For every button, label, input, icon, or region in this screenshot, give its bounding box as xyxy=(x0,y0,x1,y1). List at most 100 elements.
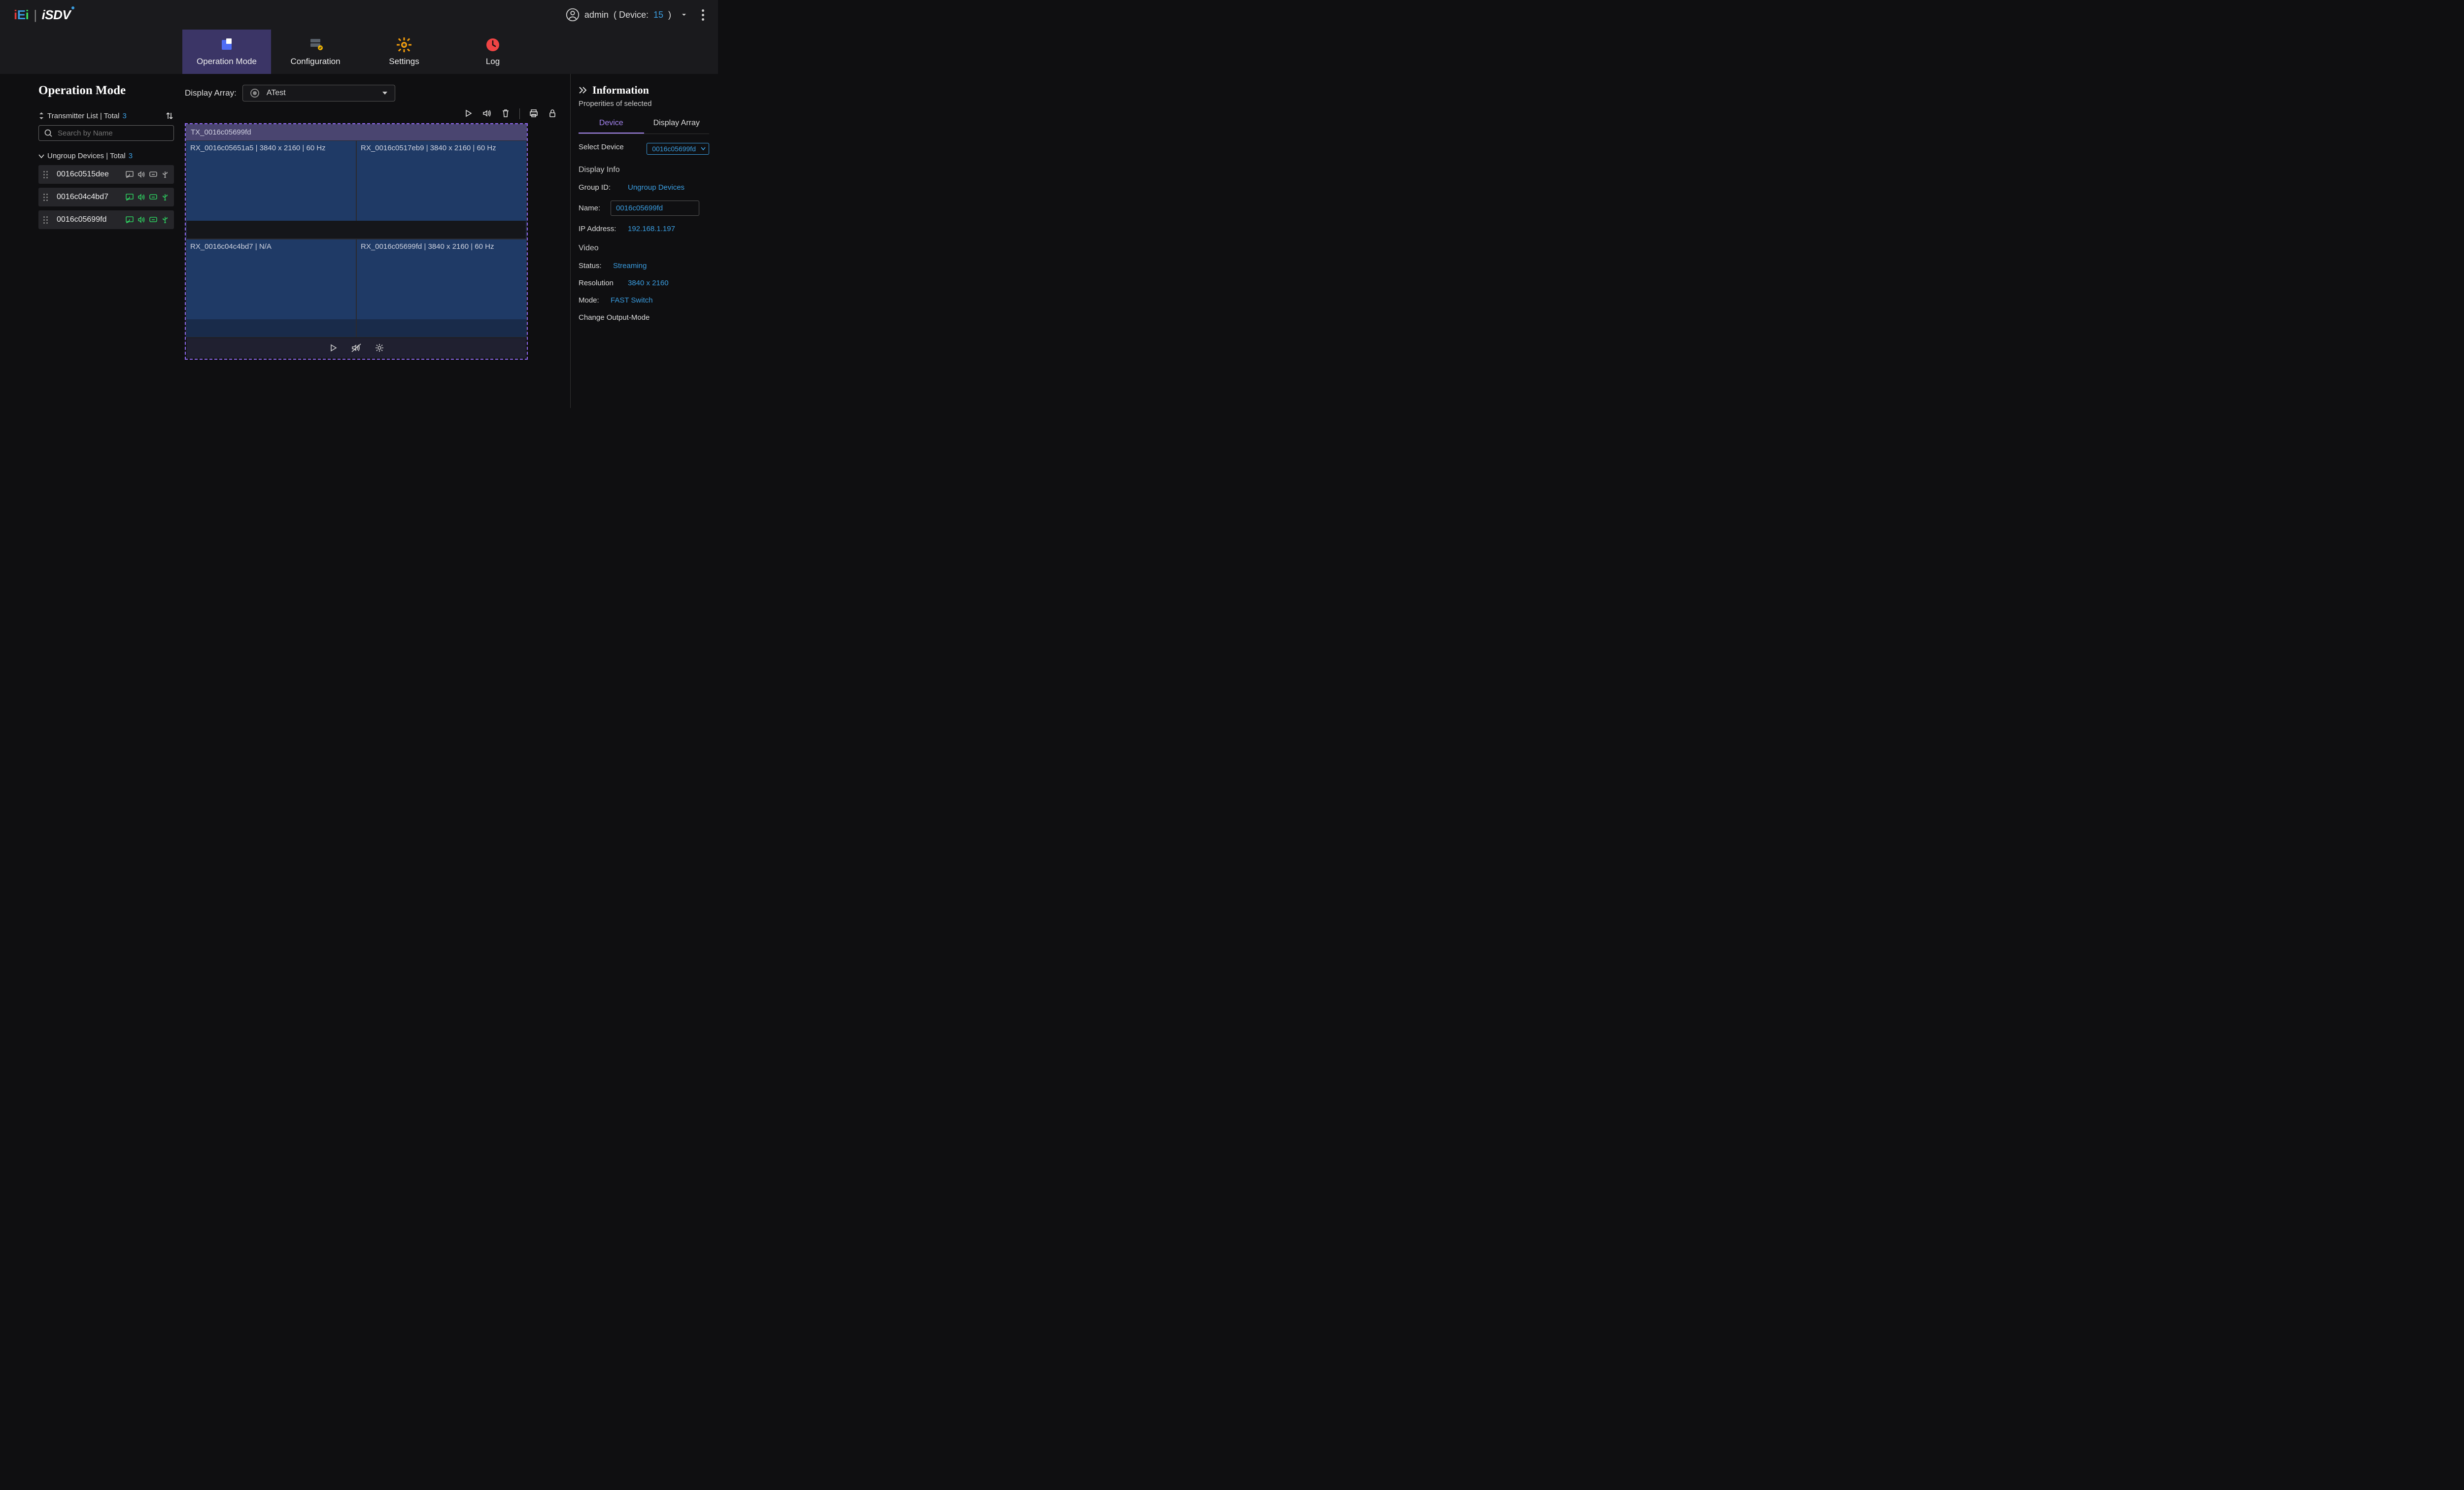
radio-icon xyxy=(250,88,260,98)
ungroup-label: Ungroup Devices | Total xyxy=(47,152,126,160)
mute-icon[interactable] xyxy=(351,343,362,353)
transmitter-list-header[interactable]: Transmitter List | Total 3 xyxy=(38,112,127,120)
status-label: Status: xyxy=(579,262,608,270)
nav-label: Configuration xyxy=(290,57,340,67)
gear-icon[interactable] xyxy=(375,343,384,353)
transmitter-total: 3 xyxy=(122,112,126,120)
cast-icon xyxy=(126,194,134,201)
volume-icon xyxy=(137,216,145,223)
video-head: Video xyxy=(579,244,709,253)
drag-handle-icon[interactable] xyxy=(43,194,48,201)
info-subtitle: Properities of selected xyxy=(579,100,709,108)
ungroup-total: 3 xyxy=(129,152,133,160)
rx-cell[interactable]: RX_0016c05699fd | 3840 x 2160 | 60 Hz xyxy=(356,239,527,338)
chevron-down-icon xyxy=(38,154,44,159)
ungroup-header[interactable]: Ungroup Devices | Total 3 xyxy=(38,152,174,160)
collapse-icon[interactable] xyxy=(579,86,587,94)
navbar: Operation Mode Configuration Settings Lo… xyxy=(0,30,718,74)
gear-icon xyxy=(396,37,412,53)
volume-icon[interactable] xyxy=(482,108,492,119)
user-name: admin xyxy=(584,10,609,20)
logo-isdv: iSDV xyxy=(42,7,71,23)
brand-logo: i E i | iSDV xyxy=(14,7,70,23)
cast-icon xyxy=(126,216,134,223)
group-id-value: Ungroup Devices xyxy=(628,183,684,192)
logo-letter: i xyxy=(26,7,29,23)
usb-icon xyxy=(161,171,169,178)
sort-expand-icon xyxy=(38,112,44,119)
rx-gap xyxy=(187,221,526,238)
user-block[interactable]: admin ( Device: 15 ) xyxy=(566,8,687,22)
volume-icon xyxy=(137,194,145,201)
lock-icon[interactable] xyxy=(548,108,557,119)
resolution-label: Resolution xyxy=(579,279,623,287)
page-title: Operation Mode xyxy=(38,84,174,98)
trash-icon[interactable] xyxy=(501,108,511,119)
nav-label: Operation Mode xyxy=(197,57,257,67)
transmitter-list-label: Transmitter List | Total xyxy=(47,112,119,120)
server-icon xyxy=(308,37,323,53)
tab-device[interactable]: Device xyxy=(579,114,644,134)
tiles-icon xyxy=(219,37,235,53)
display-array-label: Display Array: xyxy=(185,88,237,98)
search-input-wrap[interactable] xyxy=(38,125,174,141)
left-panel: Operation Mode Transmitter List | Total … xyxy=(0,74,181,408)
kebab-menu-icon[interactable] xyxy=(702,9,704,21)
topbar: i E i | iSDV admin ( Device: 15 ) xyxy=(0,0,718,30)
nav-label: Log xyxy=(486,57,500,67)
device-row[interactable]: 0016c0515dee xyxy=(38,165,174,184)
logo-letter: E xyxy=(17,7,26,23)
device-label-prefix: ( Device: xyxy=(614,10,649,20)
select-device[interactable]: 0016c05699fd xyxy=(647,143,709,155)
rx-label: RX_0016c05651a5 | 3840 x 2160 | 60 Hz xyxy=(190,144,326,152)
chevron-down-icon[interactable] xyxy=(681,12,687,18)
info-title: Information xyxy=(592,84,649,97)
cast-icon xyxy=(126,171,134,178)
swap-icon[interactable] xyxy=(165,111,174,120)
mode-label: Mode: xyxy=(579,296,606,305)
array-select-value: ATest xyxy=(267,89,375,98)
change-output-label: Change Output-Mode xyxy=(579,313,662,322)
device-count: 15 xyxy=(653,10,663,20)
select-device-value: 0016c05699fd xyxy=(652,145,696,153)
usb-icon xyxy=(161,194,169,201)
select-device-label: Select Device xyxy=(579,143,624,151)
rx-cell[interactable]: RX_0016c04c4bd7 | N/A xyxy=(186,239,356,338)
drag-handle-icon[interactable] xyxy=(43,171,48,178)
name-input[interactable] xyxy=(611,201,699,216)
center-panel: Display Array: ATest TX_0016c05699fd RX_… xyxy=(181,74,570,408)
device-id: 0016c04c4bd7 xyxy=(53,193,121,202)
rx-label: RX_0016c05699fd | 3840 x 2160 | 60 Hz xyxy=(361,242,494,251)
display-array-canvas[interactable]: TX_0016c05699fd RX_0016c05651a5 | 3840 x… xyxy=(185,123,528,360)
search-icon xyxy=(44,129,53,137)
mode-value: FAST Switch xyxy=(611,296,653,305)
print-icon[interactable] xyxy=(529,108,539,119)
display-icon xyxy=(149,216,157,223)
name-label: Name: xyxy=(579,204,606,212)
device-row[interactable]: 0016c04c4bd7 xyxy=(38,188,174,206)
ip-label: IP Address: xyxy=(579,225,623,233)
device-id: 0016c0515dee xyxy=(53,170,121,179)
search-input[interactable] xyxy=(58,129,169,137)
play-icon[interactable] xyxy=(463,108,473,119)
display-icon xyxy=(149,194,157,201)
rx-label: RX_0016c0517eb9 | 3840 x 2160 | 60 Hz xyxy=(361,144,496,152)
nav-label: Settings xyxy=(389,57,419,67)
device-id: 0016c05699fd xyxy=(53,215,121,224)
device-row[interactable]: 0016c05699fd xyxy=(38,210,174,229)
resolution-value: 3840 x 2160 xyxy=(628,279,669,287)
drag-handle-icon[interactable] xyxy=(43,216,48,224)
display-array-select[interactable]: ATest xyxy=(242,85,395,102)
usb-icon xyxy=(161,216,169,223)
logo-letter: i xyxy=(14,7,17,23)
tab-display-array[interactable]: Display Array xyxy=(644,114,710,134)
nav-settings[interactable]: Settings xyxy=(360,30,448,74)
play-icon[interactable] xyxy=(328,343,338,353)
toolbar-separator xyxy=(519,108,520,119)
chevron-down-icon xyxy=(701,147,706,151)
nav-log[interactable]: Log xyxy=(448,30,537,74)
nav-operation-mode[interactable]: Operation Mode xyxy=(182,30,271,74)
device-label-suffix: ) xyxy=(668,10,671,20)
display-icon xyxy=(149,171,157,178)
nav-configuration[interactable]: Configuration xyxy=(271,30,360,74)
